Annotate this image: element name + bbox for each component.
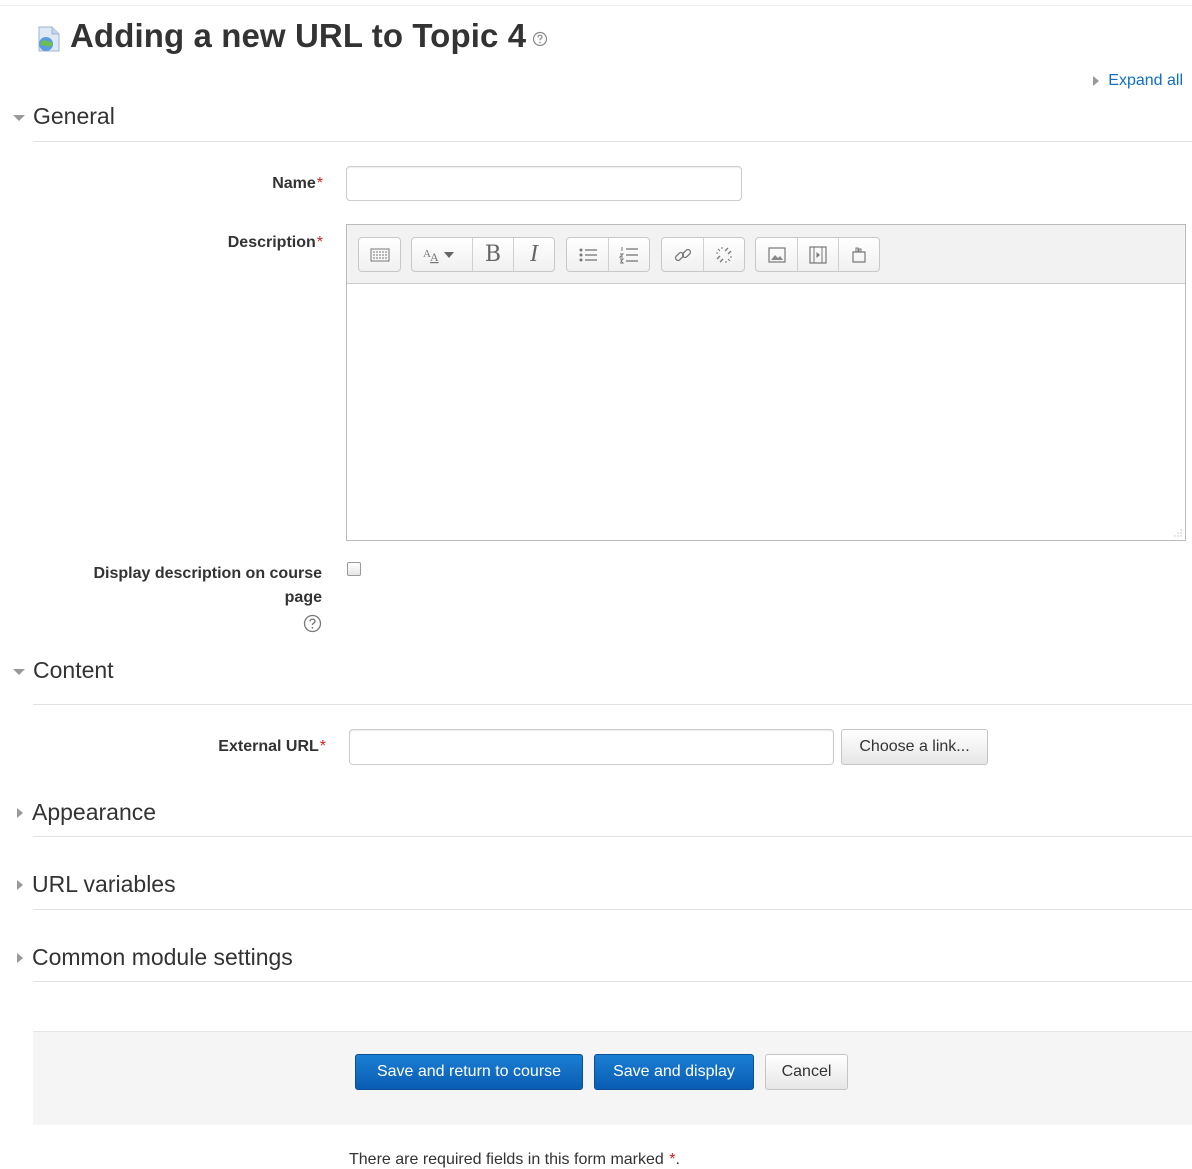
caret-down-icon — [13, 668, 25, 675]
description-editor[interactable]: A A B I — [346, 224, 1186, 541]
help-icon[interactable] — [532, 31, 548, 47]
help-icon[interactable] — [303, 614, 322, 633]
description-label: Description* — [150, 234, 323, 252]
svg-text:A: A — [430, 250, 439, 264]
save-and-return-button[interactable]: Save and return to course — [355, 1054, 583, 1090]
required-note-suffix: . — [675, 1151, 680, 1168]
choose-link-button[interactable]: Choose a link... — [841, 729, 988, 765]
caret-right-icon — [1093, 76, 1100, 86]
required-fields-note: There are required fields in this form m… — [349, 1151, 680, 1169]
manage-files-icon[interactable] — [838, 238, 879, 271]
name-label-text: Name — [272, 175, 316, 192]
external-url-input[interactable] — [349, 729, 834, 765]
display-description-label-line2: page — [284, 589, 322, 606]
image-icon[interactable] — [756, 238, 797, 271]
show-more-icon[interactable] — [359, 238, 400, 271]
top-border — [0, 0, 1192, 6]
expand-all-link[interactable]: Expand all — [1093, 72, 1183, 90]
required-mark: * — [316, 175, 323, 192]
name-label: Name* — [150, 175, 323, 193]
section-divider — [33, 836, 1192, 837]
expand-all-label: Expand all — [1108, 72, 1183, 89]
external-url-label-text: External URL — [218, 738, 319, 755]
bold-glyph: B — [484, 242, 502, 267]
name-input[interactable] — [346, 166, 742, 201]
ordered-list-icon[interactable] — [608, 238, 649, 271]
cancel-button[interactable]: Cancel — [765, 1054, 848, 1090]
section-appearance-title: Appearance — [32, 799, 157, 825]
display-description-checkbox[interactable] — [347, 562, 361, 576]
display-description-label: Display description on course page — [40, 562, 323, 610]
bold-icon[interactable]: B — [472, 238, 513, 271]
page-header: Adding a new URL to Topic 4 — [36, 16, 548, 56]
link-icon[interactable] — [662, 238, 703, 271]
display-description-label-line1: Display description on course — [93, 565, 323, 582]
section-url-variables-title: URL variables — [32, 871, 176, 897]
toolbar-group-lists — [566, 237, 650, 272]
toolbar-group-style: A A B I — [411, 237, 555, 272]
section-common-module-settings-toggle[interactable]: Common module settings — [13, 944, 293, 971]
section-general-title: General — [33, 103, 115, 129]
section-url-variables-toggle[interactable]: URL variables — [13, 871, 176, 898]
font-style-icon[interactable]: A A — [412, 238, 472, 271]
media-icon[interactable] — [797, 238, 838, 271]
url-module-icon — [38, 26, 60, 52]
italic-icon[interactable]: I — [513, 238, 554, 271]
section-common-module-settings-title: Common module settings — [32, 944, 293, 970]
italic-glyph: I — [530, 241, 538, 267]
required-mark: * — [319, 738, 326, 755]
section-general-toggle[interactable]: General — [13, 103, 115, 130]
save-and-display-button[interactable]: Save and display — [594, 1054, 754, 1090]
required-note-text: There are required fields in this form m… — [349, 1151, 669, 1168]
unordered-list-icon[interactable] — [567, 238, 608, 271]
section-divider — [33, 909, 1192, 910]
toolbar-group-links — [661, 237, 745, 272]
section-appearance-toggle[interactable]: Appearance — [13, 799, 156, 826]
caret-right-icon — [17, 879, 23, 890]
section-divider — [33, 704, 1192, 705]
editor-toolbar: A A B I — [347, 225, 1185, 284]
section-divider — [33, 981, 1192, 982]
resize-handle-icon[interactable] — [1174, 529, 1182, 537]
caret-right-icon — [17, 952, 23, 963]
toolbar-group-insert — [755, 237, 880, 272]
unlink-icon[interactable] — [703, 238, 744, 271]
description-label-text: Description — [227, 234, 316, 251]
caret-down-icon — [13, 114, 25, 121]
required-mark: * — [316, 234, 323, 251]
section-content-title: Content — [33, 657, 114, 683]
caret-right-icon — [17, 807, 23, 818]
section-divider — [33, 141, 1192, 142]
section-content-toggle[interactable]: Content — [13, 657, 114, 684]
external-url-label: External URL* — [150, 738, 326, 756]
toolbar-group-more — [358, 237, 401, 272]
page-title: Adding a new URL to Topic 4 — [70, 17, 527, 54]
